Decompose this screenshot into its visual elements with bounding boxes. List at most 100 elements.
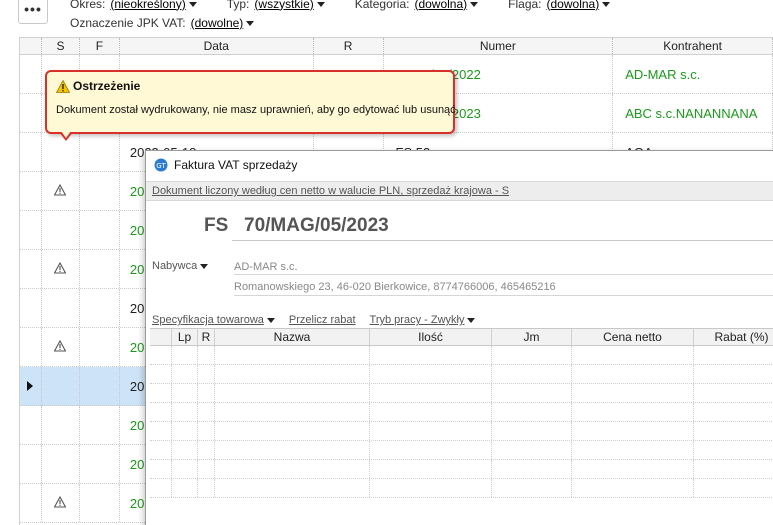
items-cell[interactable] bbox=[150, 422, 172, 440]
items-col-r[interactable]: R bbox=[198, 329, 215, 345]
items-col-cena-netto[interactable]: Cena netto bbox=[572, 329, 694, 345]
items-cell[interactable] bbox=[215, 403, 370, 421]
items-cell[interactable] bbox=[694, 365, 773, 383]
items-cell[interactable] bbox=[198, 479, 215, 497]
items-cell[interactable] bbox=[215, 460, 370, 478]
items-cell[interactable] bbox=[198, 403, 215, 421]
items-cell[interactable] bbox=[694, 346, 773, 364]
items-cell[interactable] bbox=[215, 365, 370, 383]
items-col-lp[interactable]: Lp bbox=[172, 329, 198, 345]
work-mode-dropdown[interactable]: Tryb pracy - Zwykły bbox=[370, 314, 476, 326]
items-cell[interactable] bbox=[215, 441, 370, 459]
items-cell[interactable] bbox=[198, 365, 215, 383]
items-cell[interactable] bbox=[694, 403, 773, 421]
items-cell[interactable] bbox=[492, 441, 572, 459]
items-cell[interactable] bbox=[572, 346, 694, 364]
items-cell[interactable] bbox=[198, 441, 215, 459]
items-cell[interactable] bbox=[572, 460, 694, 478]
items-col-jm[interactable]: Jm bbox=[492, 329, 572, 345]
items-cell[interactable] bbox=[370, 479, 492, 497]
items-cell[interactable] bbox=[572, 365, 694, 383]
items-cell[interactable] bbox=[198, 384, 215, 402]
items-cell[interactable] bbox=[172, 422, 198, 440]
buyer-name-field[interactable]: AD-MAR s.c. bbox=[234, 257, 773, 275]
items-cell[interactable] bbox=[215, 346, 370, 364]
items-cell[interactable] bbox=[150, 384, 172, 402]
column-header-r[interactable]: R bbox=[314, 38, 384, 54]
items-cell[interactable] bbox=[198, 346, 215, 364]
items-col-rabat[interactable]: Rabat (%) bbox=[694, 329, 773, 345]
items-cell[interactable] bbox=[370, 422, 492, 440]
items-row[interactable] bbox=[150, 346, 773, 365]
column-header-numer[interactable]: Numer bbox=[384, 38, 614, 54]
items-row[interactable] bbox=[150, 365, 773, 384]
items-row[interactable] bbox=[150, 479, 773, 498]
typ-dropdown[interactable]: (wszystkie) bbox=[254, 0, 325, 11]
items-cell[interactable] bbox=[492, 460, 572, 478]
items-cell[interactable] bbox=[370, 441, 492, 459]
items-cell[interactable] bbox=[215, 422, 370, 440]
jpk-dropdown[interactable]: (dowolne) bbox=[191, 16, 255, 30]
items-cell[interactable] bbox=[370, 384, 492, 402]
items-cell[interactable] bbox=[172, 403, 198, 421]
flaga-dropdown[interactable]: (dowolna) bbox=[547, 0, 611, 11]
items-cell[interactable] bbox=[215, 479, 370, 497]
items-cell[interactable] bbox=[492, 403, 572, 421]
items-cell[interactable] bbox=[172, 346, 198, 364]
items-cell[interactable] bbox=[370, 346, 492, 364]
more-options-button[interactable]: ••• bbox=[18, 0, 48, 24]
items-cell[interactable] bbox=[198, 460, 215, 478]
items-cell[interactable] bbox=[572, 403, 694, 421]
items-row[interactable] bbox=[150, 384, 773, 403]
okres-dropdown[interactable]: (nieokreślony) bbox=[110, 0, 197, 11]
items-row[interactable] bbox=[150, 422, 773, 441]
items-row[interactable] bbox=[150, 460, 773, 479]
items-cell[interactable] bbox=[492, 346, 572, 364]
items-cell[interactable] bbox=[572, 384, 694, 402]
items-cell[interactable] bbox=[572, 422, 694, 440]
items-cell[interactable] bbox=[150, 346, 172, 364]
items-cell[interactable] bbox=[150, 479, 172, 497]
column-header-s[interactable]: S bbox=[42, 38, 80, 54]
items-cell[interactable] bbox=[572, 441, 694, 459]
items-row[interactable] bbox=[150, 403, 773, 422]
items-cell[interactable] bbox=[492, 365, 572, 383]
items-cell[interactable] bbox=[572, 479, 694, 497]
items-cell[interactable] bbox=[370, 460, 492, 478]
document-pricing-link[interactable]: Dokument liczony według cen netto w walu… bbox=[146, 181, 773, 201]
column-header-f[interactable]: F bbox=[80, 38, 120, 54]
items-cell[interactable] bbox=[694, 479, 773, 497]
buyer-address-field[interactable]: Romanowskiego 23, 46-020 Bierkowice, 877… bbox=[234, 277, 773, 296]
items-cell[interactable] bbox=[150, 460, 172, 478]
items-cell[interactable] bbox=[172, 479, 198, 497]
column-header-data[interactable]: Data bbox=[120, 38, 314, 54]
items-cell[interactable] bbox=[370, 403, 492, 421]
items-row[interactable] bbox=[150, 441, 773, 460]
column-header-kontrahent[interactable]: Kontrahent bbox=[613, 38, 773, 54]
items-cell[interactable] bbox=[694, 460, 773, 478]
items-cell[interactable] bbox=[370, 365, 492, 383]
items-cell[interactable] bbox=[492, 479, 572, 497]
items-cell[interactable] bbox=[198, 422, 215, 440]
items-cell[interactable] bbox=[150, 365, 172, 383]
items-cell[interactable] bbox=[694, 384, 773, 402]
items-cell[interactable] bbox=[172, 441, 198, 459]
items-col-nazwa[interactable]: Nazwa bbox=[215, 329, 370, 345]
items-cell[interactable] bbox=[694, 441, 773, 459]
spec-dropdown[interactable]: Specyfikacja towarowa bbox=[152, 314, 275, 326]
items-cell[interactable] bbox=[492, 384, 572, 402]
items-cell[interactable] bbox=[150, 403, 172, 421]
items-cell[interactable] bbox=[694, 422, 773, 440]
items-cell[interactable] bbox=[172, 365, 198, 383]
items-cell[interactable] bbox=[150, 441, 172, 459]
buyer-dropdown[interactable]: Nabywca bbox=[152, 260, 209, 272]
items-cell[interactable] bbox=[172, 384, 198, 402]
window-titlebar[interactable]: GT Faktura VAT sprzedaży bbox=[146, 151, 773, 179]
recalc-discount-link[interactable]: Przelicz rabat bbox=[289, 314, 356, 326]
items-cell[interactable] bbox=[492, 422, 572, 440]
items-col-ilosc[interactable]: Ilość bbox=[370, 329, 492, 345]
document-number-field[interactable]: 70/MAG/05/2023 bbox=[232, 215, 773, 241]
items-cell[interactable] bbox=[215, 384, 370, 402]
kategoria-dropdown[interactable]: (dowolna) bbox=[414, 0, 479, 11]
items-cell[interactable] bbox=[172, 460, 198, 478]
